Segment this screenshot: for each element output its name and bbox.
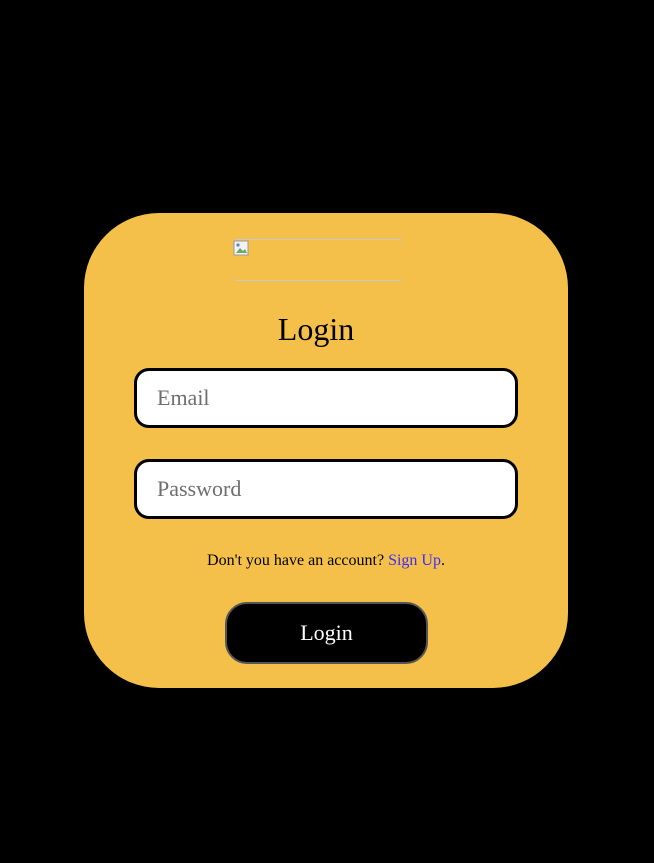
page-title: Login <box>277 311 355 347</box>
signup-link[interactable]: Sign Up <box>388 552 441 569</box>
logo-image <box>233 239 403 281</box>
password-field[interactable] <box>134 459 518 519</box>
signup-prompt-line: Don't you have an account? Sign Up. <box>84 551 568 571</box>
signup-prompt-text: Don't you have an account? <box>207 552 385 569</box>
login-card: Login Don't you have an account? Sign Up… <box>84 213 568 688</box>
broken-image-icon <box>233 240 249 256</box>
login-button[interactable]: Login <box>225 602 428 664</box>
signup-suffix: . <box>440 552 445 569</box>
email-field[interactable] <box>134 368 518 428</box>
